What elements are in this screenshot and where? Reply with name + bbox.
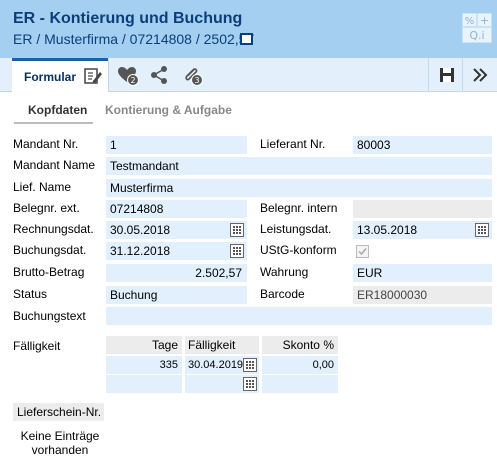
svg-text:+: + (480, 14, 489, 27)
lief-name-label: Lief. Name (13, 180, 72, 194)
mandant-nr-field[interactable]: 1 (106, 136, 247, 154)
tab-kontierung-aufgabe[interactable]: Kontierung & Aufgabe (105, 103, 232, 117)
tab-kopfdaten[interactable]: Kopfdaten (28, 103, 87, 117)
faelligkeit-section-label: Fälligkeit (13, 339, 61, 353)
toolbar: Formular 2 3 (0, 58, 497, 92)
belegnr-intern-field (353, 200, 492, 218)
attachment-icon[interactable]: 3 (180, 63, 204, 87)
belegnr-ext-label: Belegnr. ext. (13, 201, 80, 215)
rechnungsdat-field[interactable]: 30.05.2018 (106, 221, 247, 239)
mandant-nr-label: Mandant Nr. (13, 137, 79, 151)
waehrung-field[interactable]: EUR (353, 264, 492, 282)
grid-cell-tage[interactable] (106, 375, 182, 393)
brutto-betrag-label: Brutto-Betrag (13, 265, 85, 279)
buchungsdat-field[interactable]: 31.12.2018 (106, 242, 247, 260)
rechnungsdat-label: Rechnungsdat. (13, 222, 94, 236)
leistungsdat-field[interactable]: 13.05.2018 (353, 221, 492, 239)
buchungstext-label: Buchungstext (13, 309, 86, 323)
waehrung-label: Wahrung (260, 265, 309, 279)
calendar-icon[interactable] (230, 244, 244, 258)
more-icon[interactable] (468, 63, 492, 87)
column-header-faelligkeit: Fälligkeit (185, 336, 259, 354)
tab-formular-label: Formular (24, 70, 77, 84)
app-header: ER - Kontierung und Buchung ER / Musterf… (0, 0, 497, 58)
lief-name-field[interactable]: Musterfirma (106, 179, 492, 197)
belegnr-intern-label: Belegnr. intern (260, 201, 338, 215)
leistungsdat-label: Leistungsdat. (260, 222, 332, 236)
save-icon[interactable] (435, 63, 459, 87)
heart-badge: 2 (130, 76, 135, 85)
calendar-icon[interactable] (230, 223, 244, 237)
page-title: ER - Kontierung und Buchung (13, 10, 243, 27)
barcode-field: ER18000030 (353, 286, 492, 304)
toolbar-separator (108, 58, 109, 92)
edit-icon (84, 68, 102, 84)
column-header-skonto: Skonto % (262, 336, 338, 354)
calculator-icon[interactable]: % + Q.i (462, 13, 492, 43)
attachment-badge: 3 (194, 76, 199, 85)
subtabs: Kopfdaten Kontierung & Aufgabe (0, 92, 497, 124)
toolbar-separator (428, 58, 429, 92)
calendar-icon[interactable] (243, 358, 257, 372)
svg-text:Q.i: Q.i (469, 29, 484, 42)
heart-icon[interactable]: 2 (116, 63, 140, 87)
barcode-label: Barcode (260, 287, 305, 301)
svg-text:%: % (465, 16, 475, 27)
calendar-icon[interactable] (243, 377, 257, 391)
grid-cell-tage[interactable]: 335 (106, 356, 182, 374)
ustg-konform-checkbox[interactable] (356, 245, 369, 258)
calendar-icon[interactable] (475, 223, 489, 237)
lieferant-nr-field[interactable]: 80003 (353, 136, 492, 154)
lieferschein-label: Lieferschein-Nr. (13, 403, 104, 421)
grid-cell-skonto[interactable]: 0,00 (262, 356, 338, 374)
buchungstext-field[interactable] (106, 307, 492, 325)
status-field[interactable]: Buchung (106, 286, 247, 304)
brutto-betrag-field[interactable]: 2.502,57 (106, 264, 247, 282)
status-label: Status (13, 287, 48, 301)
active-tab-underline (14, 122, 93, 124)
tab-formular[interactable]: Formular (12, 58, 108, 92)
empty-state-text: Keine Einträge vorhanden (20, 429, 100, 457)
toolbar-separator (462, 58, 463, 92)
belegnr-ext-field[interactable]: 07214808 (106, 200, 247, 218)
share-icon[interactable] (148, 63, 172, 87)
page-subtitle: ER / Musterfirma / 07214808 / 2502,57 (13, 31, 255, 47)
buchungsdat-label: Buchungsdat. (13, 243, 87, 257)
copy-icon[interactable] (240, 33, 253, 45)
mandant-name-field[interactable]: Testmandant (106, 157, 492, 175)
grid-cell-skonto[interactable] (262, 375, 338, 393)
mandant-name-label: Mandant Name (13, 158, 96, 172)
ustg-konform-label: UStG-konform (260, 243, 337, 257)
lieferant-nr-label: Lieferant Nr. (260, 137, 326, 151)
column-header-tage: Tage (106, 336, 182, 354)
